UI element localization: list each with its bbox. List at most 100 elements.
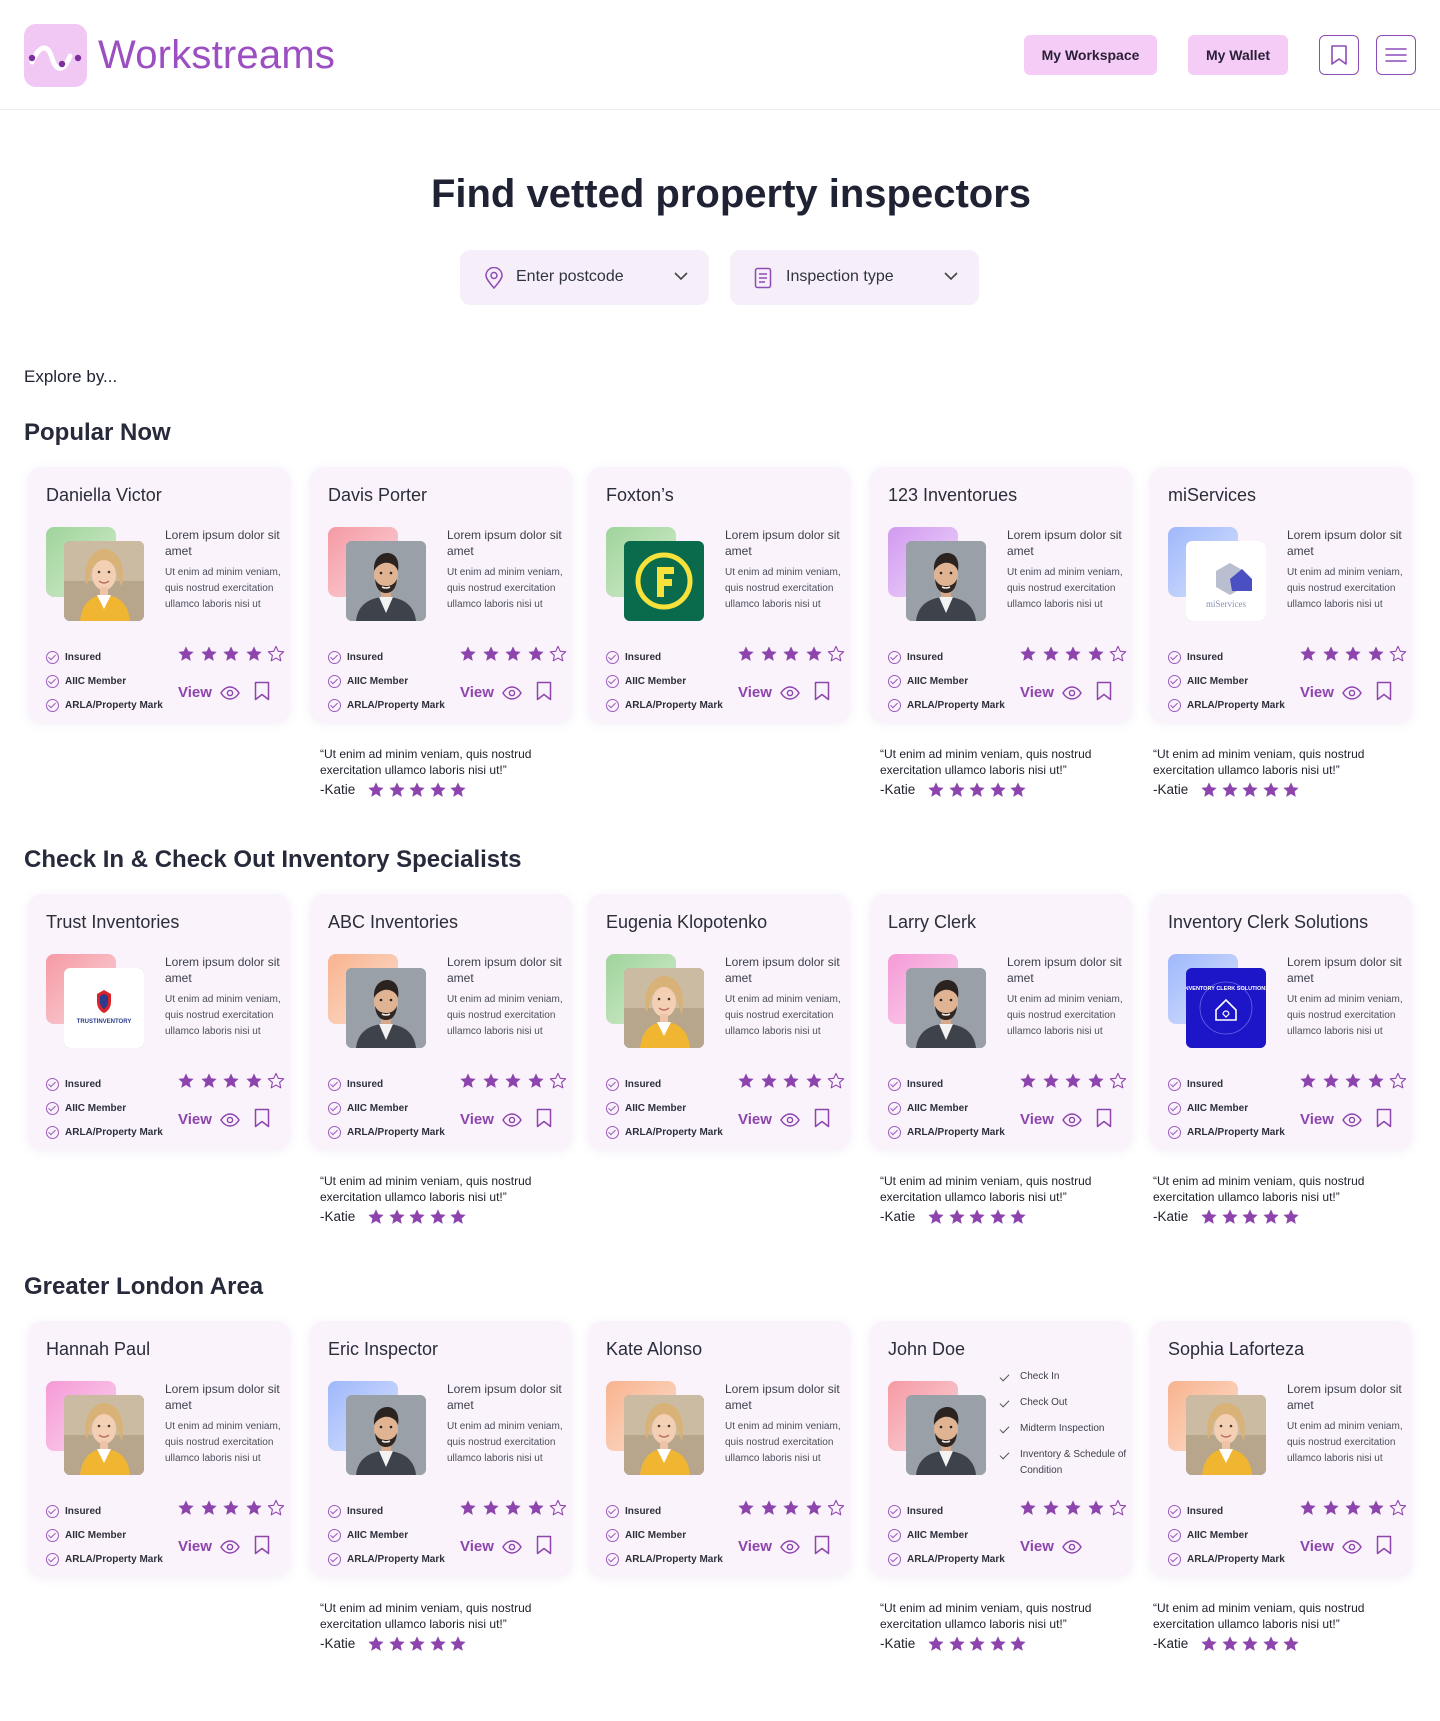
inspector-card[interactable]: miServices miServices Lorem ipsum dolor si… [1150, 467, 1412, 722]
inspector-name[interactable]: Daniella Victor [46, 485, 162, 506]
star-filled-icon [1087, 1073, 1104, 1088]
check-circle-icon [1168, 1101, 1181, 1115]
inspector-name[interactable]: Kate Alonso [606, 1339, 702, 1360]
star-filled-icon [1042, 646, 1059, 661]
star-filled-icon [430, 1636, 446, 1651]
inspector-card[interactable]: Trust Inventories TRUSTINVENTORY Lorem ips… [28, 894, 290, 1149]
inspector-card[interactable]: Sophia Laforteza Lorem ipsum dolor sit am… [1150, 1321, 1412, 1576]
inspector-card[interactable]: Larry Clerk Lorem ipsum dolor sit amet Ut … [870, 894, 1132, 1149]
bookmark-icon[interactable] [814, 681, 830, 701]
inspector-card[interactable]: Eugenia Klopotenko Lorem ipsum dolor sit … [588, 894, 850, 1149]
view-button[interactable]: View [1020, 1111, 1082, 1128]
view-button[interactable]: View [738, 1538, 800, 1555]
testimonial-author: -Katie [880, 782, 916, 797]
check-circle-icon [1168, 1077, 1181, 1091]
view-button[interactable]: View [1020, 684, 1082, 701]
bookmark-icon[interactable] [536, 1108, 552, 1128]
star-filled-icon [178, 646, 194, 661]
card-summary-body: Ut enim ad minim veniam, quis nostrud ex… [165, 1421, 281, 1464]
inspector-name[interactable]: Davis Porter [328, 485, 427, 506]
bookmark-icon[interactable] [814, 1535, 830, 1555]
bookmark-icon[interactable] [1096, 681, 1112, 701]
star-filled-icon [1300, 1073, 1316, 1088]
view-button[interactable]: View [1300, 1111, 1362, 1128]
eye-icon [1062, 1539, 1082, 1554]
check-circle-icon [46, 1077, 59, 1091]
star-filled-icon [389, 782, 405, 797]
star-filled-icon [1020, 646, 1036, 661]
bookmark-icon[interactable] [254, 1535, 270, 1555]
view-button[interactable]: View [178, 684, 240, 701]
inspector-name[interactable]: Hannah Paul [46, 1339, 150, 1360]
view-button[interactable]: View [460, 684, 522, 701]
bookmark-icon[interactable] [1376, 681, 1392, 701]
star-empty-icon [549, 1499, 567, 1516]
view-button[interactable]: View [460, 1111, 522, 1128]
view-button[interactable]: View [738, 1111, 800, 1128]
inspector-name[interactable]: ABC Inventories [328, 912, 458, 933]
bookmark-icon[interactable] [536, 1535, 552, 1555]
inspector-card[interactable]: Kate Alonso Lorem ipsum dolor sit amet Ut … [588, 1321, 850, 1576]
menu-button[interactable] [1376, 35, 1416, 75]
badge-list: Insured AIIC Member ARLA/Property Mark [1168, 1072, 1285, 1144]
card-summary-title: Lorem ipsum dolor sit amet [165, 955, 280, 985]
inspector-name[interactable]: Trust Inventories [46, 912, 179, 933]
inspector-card[interactable]: Davis Porter Lorem ipsum dolor sit amet Ut… [310, 467, 572, 722]
bookmark-icon[interactable] [1376, 1108, 1392, 1128]
inspector-card[interactable]: Inventory Clerk Solutions INVENTORY CLERK… [1150, 894, 1412, 1149]
inspector-name[interactable]: Larry Clerk [888, 912, 976, 933]
testimonial-rating [927, 1208, 1030, 1226]
bookmark-icon[interactable] [536, 681, 552, 701]
view-button[interactable]: View [1300, 1538, 1362, 1555]
bookmark-icon[interactable] [254, 1108, 270, 1128]
badge-list: Insured AIIC Member ARLA/Property Mark [46, 1499, 163, 1571]
view-button[interactable]: View [178, 1538, 240, 1555]
inspector-name[interactable]: Foxton’s [606, 485, 674, 506]
inspector-card[interactable]: 123 Inventorues Lorem ipsum dolor sit ame… [870, 467, 1132, 722]
view-button[interactable]: View [738, 684, 800, 701]
inspector-name[interactable]: 123 Inventorues [888, 485, 1017, 506]
testimonial-text: “Ut enim ad minim veniam, quis nostrud e… [320, 1601, 532, 1631]
star-filled-icon [928, 782, 944, 797]
inspector-card[interactable]: Foxton’s Lorem ipsum dolor sit amet Ut eni… [588, 467, 850, 722]
view-button[interactable]: View [460, 1538, 522, 1555]
testimonial-author: -Katie [880, 1209, 916, 1224]
card-summary-body: Ut enim ad minim veniam, quis nostrud ex… [447, 994, 563, 1037]
inspector-card[interactable]: ABC Inventories Lorem ipsum dolor sit ame… [310, 894, 572, 1149]
my-wallet-button[interactable]: My Wallet [1188, 35, 1288, 75]
bookmarks-button[interactable] [1319, 35, 1359, 75]
inspector-card[interactable]: Hannah Paul Lorem ipsum dolor sit amet Ut … [28, 1321, 290, 1576]
bookmark-icon[interactable] [814, 1108, 830, 1128]
bookmark-icon[interactable] [1096, 1108, 1112, 1128]
inspector-name[interactable]: Eric Inspector [328, 1339, 438, 1360]
view-button[interactable]: View [1020, 1538, 1082, 1555]
star-rating [1299, 1499, 1412, 1517]
postcode-dropdown[interactable]: Enter postcode [460, 250, 709, 305]
svg-text:miServices: miServices [1206, 599, 1246, 609]
view-button[interactable]: View [1300, 684, 1362, 701]
workstreams-logo-icon[interactable] [24, 24, 87, 87]
star-rating [737, 645, 850, 663]
check-circle-icon [606, 1101, 619, 1115]
section-title: Check In & Check Out Inventory Specialis… [24, 846, 522, 873]
check-circle-icon [606, 698, 619, 712]
star-filled-icon [409, 1636, 425, 1651]
inspector-name[interactable]: John Doe [888, 1339, 965, 1360]
my-workspace-button[interactable]: My Workspace [1024, 35, 1157, 75]
check-circle-icon [46, 698, 59, 712]
inspector-name[interactable]: Sophia Laforteza [1168, 1339, 1304, 1360]
inspector-card[interactable]: Daniella Victor Lorem ipsum dolor sit ame… [28, 467, 290, 722]
bookmark-icon[interactable] [1376, 1535, 1392, 1555]
bookmark-icon[interactable] [254, 681, 270, 701]
inspector-name[interactable]: Inventory Clerk Solutions [1168, 912, 1368, 933]
inspector-name[interactable]: Eugenia Klopotenko [606, 912, 767, 933]
testimonial-rating [367, 1208, 470, 1226]
inspector-card[interactable]: John Doe Check In Check Out Midterm Inspect… [870, 1321, 1132, 1576]
view-button[interactable]: View [178, 1111, 240, 1128]
inspector-name[interactable]: miServices [1168, 485, 1256, 506]
inspector-card[interactable]: Eric Inspector Lorem ipsum dolor sit amet… [310, 1321, 572, 1576]
eye-icon [220, 685, 240, 700]
star-filled-icon [1042, 1500, 1059, 1515]
inspection-type-dropdown[interactable]: Inspection type [730, 250, 979, 305]
brand-name[interactable]: Workstreams [98, 33, 335, 78]
